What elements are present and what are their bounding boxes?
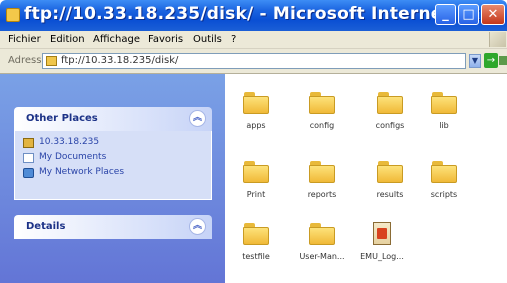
place-my-documents[interactable]: My Documents — [23, 152, 211, 165]
network-places-icon — [23, 168, 34, 178]
file-item-user-manual[interactable]: User-Man... — [291, 223, 353, 261]
file-name: Print — [246, 190, 266, 199]
file-name: results — [376, 190, 404, 199]
other-places-title: Other Places — [26, 113, 98, 124]
place-label: 10.33.18.235 — [39, 137, 100, 147]
file-item-reports[interactable]: reports — [291, 161, 353, 199]
collapse-chevron-icon[interactable]: ︽ — [189, 110, 206, 127]
address-dropdown-icon[interactable]: ▼ — [469, 54, 481, 68]
folder-icon — [377, 161, 403, 183]
file-name: lib — [439, 121, 449, 130]
details-panel: Details ︽ — [14, 215, 212, 239]
task-pane: Other Places ︽ 10.33.18.235 My Documents… — [0, 74, 225, 283]
details-header[interactable]: Details ︽ — [14, 215, 212, 239]
file-item-scripts[interactable]: scripts — [413, 161, 475, 199]
other-places-list: 10.33.18.235 My Documents My Network Pla… — [14, 131, 212, 200]
ftp-folder-icon — [46, 56, 57, 66]
file-item-testfile[interactable]: testfile — [225, 223, 287, 261]
file-name: User-Man... — [299, 252, 345, 261]
place-ftp-server[interactable]: 10.33.18.235 — [23, 137, 211, 150]
file-item-lib[interactable]: lib — [413, 92, 475, 130]
address-value: ftp://10.33.18.235/disk/ — [61, 55, 179, 66]
file-item-configs[interactable]: configs — [359, 92, 421, 130]
file-item-results[interactable]: results — [359, 161, 421, 199]
folder-icon — [309, 161, 335, 183]
menu-help[interactable]: ? — [231, 34, 236, 45]
file-name: apps — [246, 121, 266, 130]
windows-logo-icon — [489, 32, 506, 47]
menu-fichier[interactable]: Fichier — [8, 34, 41, 45]
file-view: apps config configs lib Print reports re… — [225, 74, 507, 283]
address-input[interactable]: ftp://10.33.18.235/disk/ — [42, 53, 466, 69]
ftp-folder-icon — [6, 8, 20, 22]
folder-icon — [243, 161, 269, 183]
expand-chevron-icon[interactable]: ︽ — [189, 218, 206, 235]
menu-bar: Fichier Edition Affichage Favoris Outils… — [0, 31, 507, 49]
file-item-emu-log[interactable]: EMU_Log... — [351, 222, 413, 261]
file-item-apps[interactable]: apps — [225, 92, 287, 130]
menu-affichage[interactable]: Affichage — [93, 34, 140, 45]
file-name: EMU_Log... — [360, 252, 404, 261]
place-label: My Documents — [39, 152, 107, 162]
file-name: configs — [375, 121, 405, 130]
folder-icon — [243, 92, 269, 114]
log-file-icon — [373, 222, 391, 245]
go-button[interactable]: → — [484, 53, 498, 68]
links-icon — [499, 56, 507, 65]
place-label: My Network Places — [39, 167, 125, 177]
folder-icon — [243, 223, 269, 245]
documents-icon — [23, 153, 34, 163]
details-title: Details — [26, 221, 66, 232]
maximize-button[interactable]: □ — [458, 4, 479, 25]
file-name: config — [309, 121, 335, 130]
menu-favoris[interactable]: Favoris — [148, 34, 183, 45]
file-name: scripts — [430, 190, 458, 199]
other-places-panel: Other Places ︽ 10.33.18.235 My Documents… — [14, 107, 212, 200]
folder-icon — [431, 92, 457, 114]
menu-edition[interactable]: Edition — [50, 34, 85, 45]
other-places-header[interactable]: Other Places ︽ — [14, 107, 212, 131]
file-item-config[interactable]: config — [291, 92, 353, 130]
address-bar: Adresse ftp://10.33.18.235/disk/ ▼ → — [0, 49, 507, 74]
file-item-print[interactable]: Print — [225, 161, 287, 199]
file-name: reports — [307, 190, 337, 199]
folder-icon — [431, 161, 457, 183]
menu-outils[interactable]: Outils — [193, 34, 222, 45]
place-my-network-places[interactable]: My Network Places — [23, 167, 211, 180]
file-name: testfile — [242, 252, 270, 261]
minimize-button[interactable]: _ — [435, 4, 456, 25]
ftp-server-icon — [23, 138, 34, 148]
close-button[interactable]: ✕ — [481, 4, 505, 25]
folder-icon — [377, 92, 403, 114]
folder-icon — [309, 92, 335, 114]
title-bar[interactable]: ftp://10.33.18.235/disk/ - Microsoft Int… — [0, 0, 507, 31]
folder-icon — [309, 223, 335, 245]
window-title: ftp://10.33.18.235/disk/ - Microsoft Int… — [24, 4, 499, 24]
